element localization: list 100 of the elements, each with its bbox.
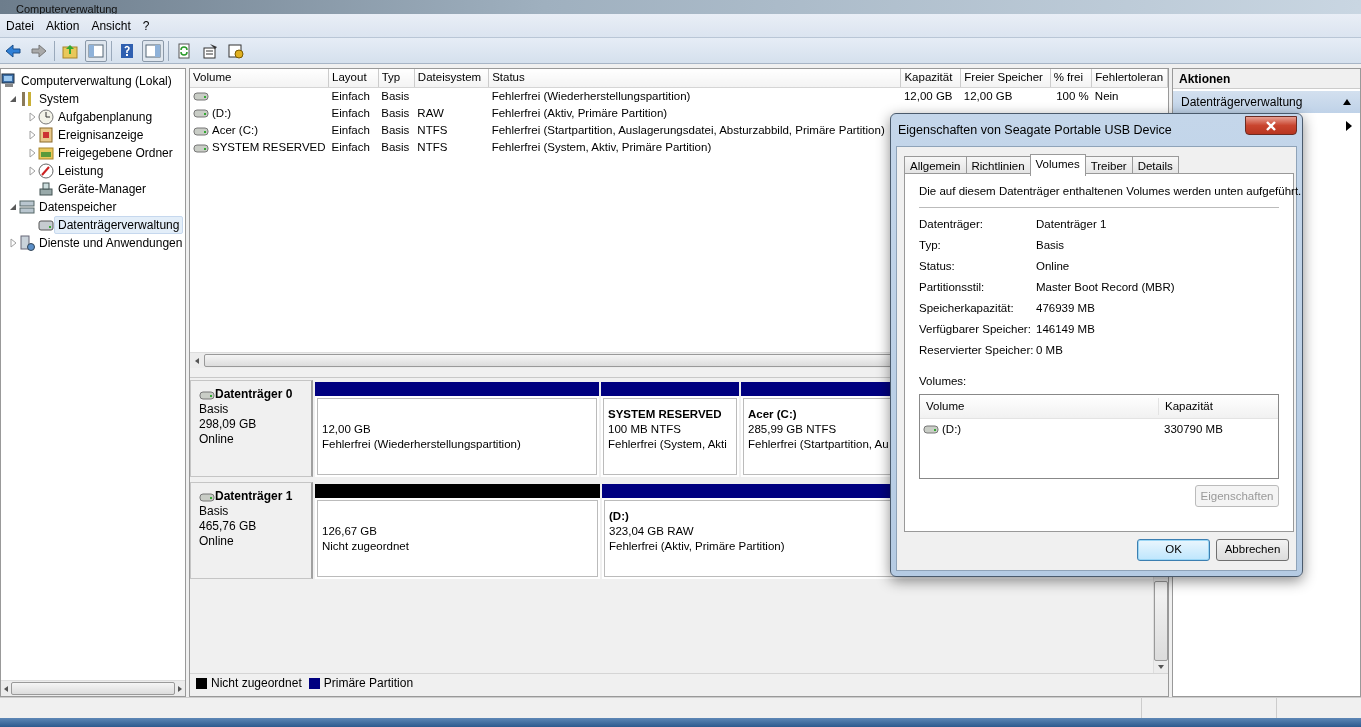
pane-toggle-icon[interactable] <box>88 42 104 59</box>
partition-status: Fehlerfrei (Startpartition, Au <box>748 437 889 452</box>
table-cell-text: Basis <box>380 140 411 156</box>
scroll-thumb[interactable] <box>1154 581 1168 661</box>
column-header[interactable]: Kapazität <box>900 69 961 87</box>
column-header[interactable]: Typ <box>378 69 415 87</box>
field-value: Basis <box>1036 237 1065 253</box>
column-header[interactable]: Freier Speicher <box>960 69 1051 87</box>
expand-icon[interactable] <box>26 129 38 141</box>
tree-item[interactable]: Datenspeicher <box>35 198 121 216</box>
tree-item[interactable]: System <box>35 90 83 108</box>
disk-size: 465,76 GB <box>199 519 258 534</box>
back-icon[interactable] <box>5 42 21 59</box>
table-cell-text: Einfach <box>330 140 371 156</box>
tree-item[interactable]: Ereignisanzeige <box>54 126 148 144</box>
legend-label: Primäre Partition <box>323 675 414 692</box>
collapse-arrow-icon[interactable] <box>1342 98 1352 106</box>
shared-folder-icon <box>38 145 54 161</box>
tab[interactable]: Volumes <box>1029 154 1086 176</box>
properties-icon[interactable] <box>202 42 218 59</box>
expand-icon[interactable] <box>26 111 38 123</box>
services-icon <box>19 235 35 251</box>
menu-item[interactable]: ? <box>136 14 156 37</box>
expand-icon[interactable] <box>26 147 38 159</box>
tree-item[interactable]: Freigegebene Ordner <box>54 144 177 162</box>
tree-item[interactable]: Aufgabenplanung <box>54 108 157 126</box>
table-cell: Einfach <box>328 87 379 105</box>
table-cell-text: Basis <box>380 105 411 121</box>
table-cell: Basis <box>378 87 415 105</box>
computer-icon <box>1 73 17 89</box>
column-header[interactable]: Status <box>488 69 901 87</box>
partition-size: 12,00 GB <box>322 422 371 437</box>
drive-icon <box>199 491 215 502</box>
horizontal-scrollbar[interactable] <box>1 680 185 696</box>
help-icon[interactable] <box>119 42 135 59</box>
tree-item[interactable]: Computerverwaltung (Lokal) <box>17 72 176 90</box>
folder-up-icon[interactable] <box>62 42 78 59</box>
column-header[interactable]: % frei <box>1050 69 1092 87</box>
list-cell-text: (D:) <box>942 421 962 437</box>
table-cell-text: NTFS <box>416 123 449 138</box>
field-label: Status: <box>919 258 956 274</box>
field-value: 0 MB <box>1036 342 1063 358</box>
partition-box[interactable]: SYSTEM RESERVED 100 MB NTFS Fehlerfrei (System, Akti <box>603 398 737 475</box>
menu-item[interactable]: Datei <box>0 14 40 37</box>
column-header[interactable]: Kapazität <box>1158 398 1278 416</box>
partition-box[interactable]: 12,00 GB Fehlerfrei (Wiederherstellungspartition) <box>317 398 597 475</box>
table-cell-text: Fehlerfrei (Aktiv, Primäre Partition) <box>490 105 669 121</box>
tree-item[interactable]: Dienste und Anwendungen <box>35 234 187 252</box>
dialog-button[interactable]: Abbrechen <box>1216 539 1289 561</box>
disk-type: Basis <box>199 402 230 417</box>
actions-group-label: Datenträgerverwaltung <box>1181 94 1303 111</box>
column-header[interactable]: Volume <box>920 398 1158 416</box>
table-cell-text: (D:) <box>212 105 232 121</box>
disk-status: Online <box>199 432 235 447</box>
actions-header: Aktionen <box>1173 69 1360 89</box>
pane-toggle-icon[interactable] <box>145 42 161 59</box>
table-cell-text: Fehlerfrei (System, Aktiv, Primäre Partition) <box>490 140 713 156</box>
tree-item[interactable]: Geräte-Manager <box>54 180 151 198</box>
menu-item[interactable]: Ansicht <box>85 14 137 37</box>
table-cell-text: NTFS <box>416 140 449 156</box>
dialog-button[interactable]: OK <box>1137 539 1210 561</box>
field-label: Reservierter Speicher: <box>919 342 1035 358</box>
table-cell-text: RAW <box>416 105 445 121</box>
submenu-arrow-icon[interactable] <box>1346 121 1352 131</box>
expand-icon[interactable] <box>26 165 38 177</box>
disk-info-panel[interactable]: Datenträger 0 Basis 298,09 GB Online <box>190 380 313 477</box>
table-cell-text: SYSTEM RESERVED <box>212 140 326 156</box>
menu-item[interactable]: Aktion <box>40 14 86 37</box>
partition-box[interactable]: 126,67 GB Nicht zugeordnet <box>317 500 598 577</box>
refresh-icon[interactable] <box>176 42 192 59</box>
column-header[interactable]: Layout <box>328 69 379 87</box>
partition-title: (D:) <box>609 509 629 524</box>
field-label: Speicherkapazität: <box>919 300 1015 316</box>
table-cell: Fehlerfrei (Wiederherstellungspartition) <box>488 87 901 105</box>
table-cell-text: Einfach <box>330 123 371 138</box>
disk-info-panel[interactable]: Datenträger 1 Basis 465,76 GB Online <box>190 482 313 579</box>
close-button[interactable] <box>1245 116 1297 135</box>
column-header[interactable]: Volume <box>190 69 329 87</box>
tab[interactable]: Allgemein <box>904 156 967 175</box>
partition-status: Fehlerfrei (System, Akti <box>608 437 727 452</box>
scroll-thumb[interactable] <box>11 682 175 695</box>
tree-item[interactable]: Leistung <box>54 162 108 180</box>
field-label: Verfügbarer Speicher: <box>919 321 1032 337</box>
column-header[interactable]: Dateisystem <box>414 69 489 87</box>
actions-group[interactable]: Datenträgerverwaltung <box>1173 91 1360 113</box>
forward-icon[interactable] <box>31 42 47 59</box>
tree-item[interactable]: Datenträgerverwaltung <box>54 216 184 234</box>
column-header[interactable]: Fehlertoleran <box>1091 69 1168 87</box>
dialog-title: Eigenschaften von Seagate Portable USB Device <box>897 122 1173 139</box>
table-cell: 12,00 GB <box>960 87 1051 105</box>
log-icon <box>38 127 54 143</box>
settings-icon[interactable] <box>228 42 244 59</box>
partition-size: 126,67 GB <box>322 524 377 539</box>
drive-icon <box>193 142 209 153</box>
table-cell: Nein <box>1091 87 1168 105</box>
field-value: 146149 MB <box>1036 321 1095 337</box>
list-cell-text: 330790 MB <box>1163 421 1223 437</box>
volumes-label: Volumes: <box>919 374 968 389</box>
table-cell-text: Fehlerfrei (Startpartition, Auslagerungsdatei, Absturzabbild, Primäre Partition) <box>490 123 886 138</box>
expand-icon[interactable] <box>7 237 19 249</box>
